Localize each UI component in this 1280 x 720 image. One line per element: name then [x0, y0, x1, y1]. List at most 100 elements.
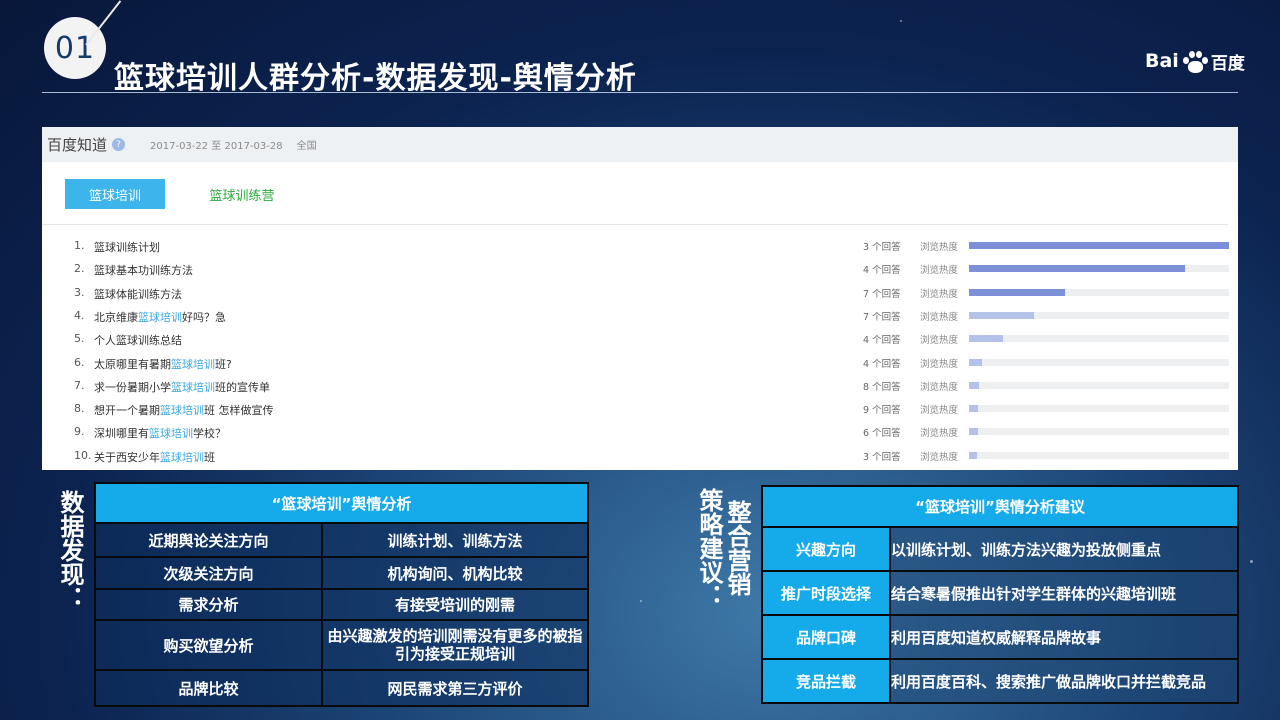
tab-basketball-camp[interactable]: 篮球训练营 — [202, 179, 282, 209]
question-text-part: 好吗？急 — [182, 310, 226, 324]
heat-bar-fill — [969, 451, 977, 459]
question-text-part: 班 怎样做宣传 — [204, 404, 274, 418]
question-row[interactable]: 7. 求一份暑期小学篮球培训班的宣传单 8 个回答 浏览热度 — [42, 379, 1238, 401]
findings-key: 次级关注方向 — [94, 556, 323, 590]
keyword-highlight: 篮球培训 — [138, 310, 182, 324]
strategy-label: 整合营销 策略建议： — [684, 488, 751, 608]
question-link[interactable]: 个人篮球训练总结 — [94, 332, 182, 348]
question-index: 5. — [74, 332, 85, 346]
heat-bar-fill — [969, 405, 979, 413]
answer-count[interactable]: 4 个回答 — [863, 356, 901, 370]
answer-count[interactable]: 4 个回答 — [863, 332, 901, 346]
question-text-part: 班 — [204, 450, 215, 464]
question-text-part: 班的宣传单 — [215, 380, 270, 394]
question-link[interactable]: 关于西安少年篮球培训班 — [94, 449, 215, 465]
heat-bar-fill — [969, 265, 1185, 273]
heat-label: 浏览热度 — [920, 265, 959, 277]
findings-value: 训练计划、训练方法 — [321, 522, 589, 558]
paw-icon — [1180, 48, 1210, 74]
strategy-value: 结合寒暑假推出针对学生群体的兴趣培训班 — [889, 570, 1239, 616]
answer-count[interactable]: 9 个回答 — [863, 402, 901, 416]
question-link[interactable]: 篮球基本功训练方法 — [94, 262, 193, 278]
question-row[interactable]: 8. 想开一个暑期篮球培训班 怎样做宣传 9 个回答 浏览热度 — [42, 402, 1238, 424]
tab-divider — [42, 224, 1228, 225]
heat-bar-track — [969, 405, 1229, 413]
question-link[interactable]: 想开一个暑期篮球培训班 怎样做宣传 — [94, 402, 274, 418]
heat-label: 浏览热度 — [920, 288, 959, 300]
question-link[interactable]: 求一份暑期小学篮球培训班的宣传单 — [94, 379, 270, 395]
keyword-highlight: 篮球培训 — [160, 404, 204, 418]
question-text-part: 太原哪里有暑期 — [94, 357, 171, 371]
question-text-part: 深圳哪里有 — [94, 427, 149, 441]
tab-basketball-training[interactable]: 篮球培训 — [65, 179, 165, 209]
strategy-label-col2: 策略建议： — [695, 488, 723, 608]
answer-count[interactable]: 7 个回答 — [863, 309, 901, 323]
heat-bar-fill — [969, 381, 980, 389]
help-icon[interactable]: ? — [112, 138, 126, 151]
strategy-key: 兴趣方向 — [761, 526, 891, 572]
heat-label: 浏览热度 — [920, 381, 959, 393]
background-star — [1250, 560, 1253, 563]
question-index: 10. — [74, 448, 92, 462]
heat-label: 浏览热度 — [920, 311, 959, 323]
answer-count[interactable]: 8 个回答 — [863, 379, 901, 393]
heat-label: 浏览热度 — [920, 242, 959, 253]
heat-bar-track — [969, 242, 1229, 249]
question-row[interactable]: 5. 个人篮球训练总结 4 个回答 浏览热度 — [42, 332, 1238, 354]
question-link[interactable]: 北京维康篮球培训好吗？急 — [94, 309, 226, 325]
question-link[interactable]: 太原哪里有暑期篮球培训班? — [94, 356, 232, 372]
section-number-badge: 01 — [44, 17, 106, 79]
heat-label: 浏览热度 — [920, 451, 959, 463]
question-index: 2. — [74, 262, 85, 276]
strategy-key: 竞品拦截 — [761, 658, 891, 704]
question-text-part: 求一份暑期小学 — [94, 380, 171, 394]
heat-bar-track — [969, 335, 1229, 343]
heat-bar-track — [969, 428, 1229, 436]
page-title: 篮球培训人群分析-数据发现-舆情分析 — [114, 61, 637, 96]
answer-count[interactable]: 3 个回答 — [863, 239, 901, 253]
findings-key: 近期舆论关注方向 — [94, 522, 323, 558]
question-text-part: 想开一个暑期 — [94, 404, 160, 418]
question-link[interactable]: 篮球训练计划 — [94, 239, 160, 255]
date-range: 2017-03-22 至 2017-03-28 — [150, 141, 283, 152]
heat-bar-fill — [969, 311, 1034, 319]
question-link[interactable]: 深圳哪里有篮球培训学校？ — [94, 425, 226, 441]
keyword-highlight: 篮球培训 — [171, 380, 215, 394]
heat-label: 浏览热度 — [920, 358, 959, 370]
header-divider — [42, 92, 1238, 93]
heat-bar-track — [969, 288, 1229, 296]
question-text-part: 篮球体能训练方法 — [94, 287, 182, 301]
question-text-part: 篮球基本功训练方法 — [94, 264, 193, 278]
findings-key: 品牌比较 — [94, 669, 323, 707]
question-index: 8. — [74, 402, 85, 416]
strategy-label-col1: 整合营销 — [723, 500, 751, 596]
findings-key: 需求分析 — [94, 588, 323, 621]
question-text-part: 篮球训练计划 — [94, 241, 160, 254]
answer-count[interactable]: 4 个回答 — [863, 262, 901, 276]
question-text-part: 个人篮球训练总结 — [94, 334, 182, 348]
question-row[interactable]: 1. 篮球训练计划 3 个回答 浏览热度 — [42, 239, 1238, 261]
question-row[interactable]: 6. 太原哪里有暑期篮球培训班? 4 个回答 浏览热度 — [42, 356, 1238, 378]
region-label: 全国 — [296, 141, 317, 152]
question-row[interactable]: 3. 篮球体能训练方法 7 个回答 浏览热度 — [42, 286, 1238, 308]
heat-label: 浏览热度 — [920, 335, 959, 347]
strategy-value: 利用百度百科、搜索推广做品牌收口并拦截竞品 — [889, 658, 1239, 704]
question-row[interactable]: 9. 深圳哪里有篮球培训学校？ 6 个回答 浏览热度 — [42, 425, 1238, 447]
question-index: 1. — [74, 239, 85, 252]
question-row[interactable]: 4. 北京维康篮球培训好吗？急 7 个回答 浏览热度 — [42, 309, 1238, 331]
logo-text-hanzi: 百度 — [1210, 53, 1245, 74]
answer-count[interactable]: 7 个回答 — [863, 286, 901, 300]
question-row[interactable]: 2. 篮球基本功训练方法 4 个回答 浏览热度 — [42, 262, 1238, 284]
question-link[interactable]: 篮球体能训练方法 — [94, 286, 182, 302]
heat-label: 浏览热度 — [920, 428, 959, 440]
answer-count[interactable]: 6 个回答 — [863, 425, 901, 439]
findings-value: 由兴趣激发的培训刚需没有更多的被指引为接受正规培训 — [321, 619, 589, 671]
answer-count[interactable]: 3 个回答 — [863, 449, 901, 463]
heat-bar-fill — [969, 335, 1003, 343]
question-row[interactable]: 10. 关于西安少年篮球培训班 3 个回答 浏览热度 — [42, 449, 1238, 471]
strategy-value: 以训练计划、训练方法兴趣为投放侧重点 — [889, 526, 1239, 572]
findings-key: 购买欲望分析 — [94, 619, 323, 671]
data-findings-table: “篮球培训”舆情分析 近期舆论关注方向 训练计划、训练方法 次级关注方向 机构询问、… — [94, 482, 589, 707]
data-findings-label: 数据发现： — [55, 490, 85, 615]
strategy-table: “篮球培训”舆情分析建议 兴趣方向 以训练计划、训练方法兴趣为投放侧重点 推广时段… — [761, 485, 1239, 704]
